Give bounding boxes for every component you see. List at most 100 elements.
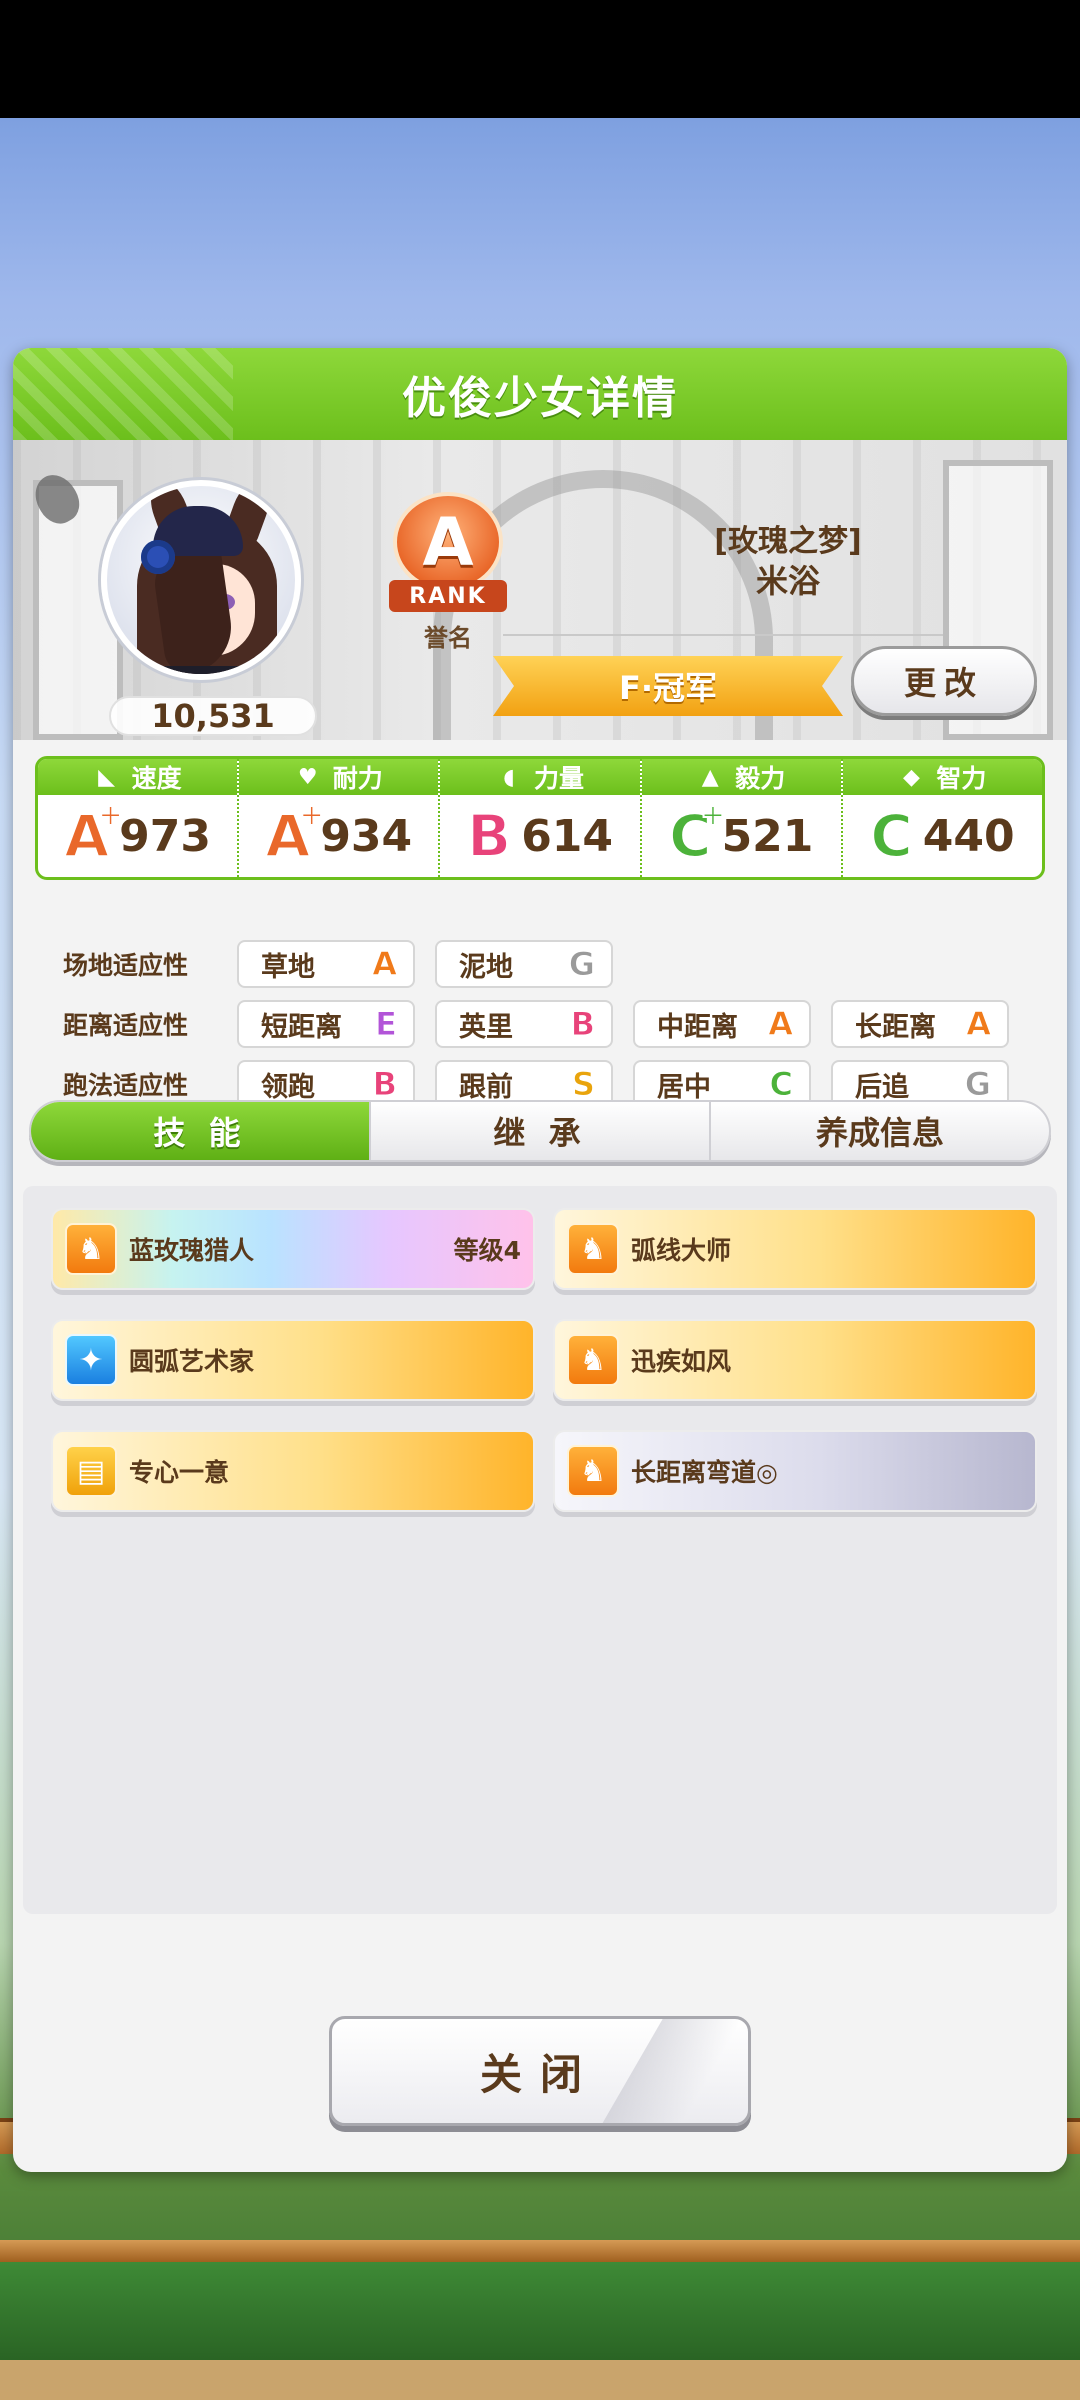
stat-body: B 614 — [440, 795, 639, 877]
stats-table: ◣ 速度 A +973 ♥ 耐力 A +934 ◖ 力量 B 614 ▲ 毅力 C +521 ◆ 智力 C 440 — [35, 756, 1045, 880]
skill-name: 长距离弯道◎ — [631, 1458, 778, 1487]
heart-icon: ♥ — [297, 764, 318, 790]
aptitude-grade: C — [769, 1065, 794, 1104]
skill-card[interactable]: ♞ 蓝玫瑰猎人 等级4 — [51, 1208, 535, 1290]
avatar-dress — [147, 666, 277, 674]
speed-shoe-icon: ◣ — [98, 764, 116, 790]
stat-grade: C — [869, 806, 914, 866]
aptitude-name: 跟前 — [459, 1071, 513, 1103]
stat-header: ◆ 智力 — [842, 759, 1042, 795]
character-detail-dialog: 优俊少女详情 10,531 A RANK 誉名 [玫瑰之梦] 米浴 F·冠军 更… — [13, 348, 1067, 2172]
stat-value: 614 — [521, 810, 614, 862]
avatar[interactable] — [101, 480, 301, 680]
stat-value: 440 — [922, 810, 1015, 862]
skill-name: 蓝玫瑰猎人 — [129, 1236, 255, 1265]
stat-value: 521 — [721, 810, 814, 862]
rank-ribbon: RANK — [389, 580, 507, 612]
stat-header: ▲ 毅力 — [641, 759, 841, 795]
stat-label: 毅力 — [735, 764, 786, 793]
aptitude-grade: G — [568, 945, 595, 984]
stat-value: 973 — [119, 810, 211, 862]
aptitude-name: 草地 — [261, 951, 315, 983]
stat-header: ◖ 力量 — [440, 759, 640, 795]
gate-icon: ▤ — [65, 1445, 117, 1497]
rank-badge: A — [393, 492, 503, 592]
stat-header: ♥ 耐力 — [239, 759, 439, 795]
stat-grade: B — [466, 806, 512, 866]
tab-inheritance[interactable]: 继 承 — [371, 1102, 711, 1160]
stat-grade: C + — [668, 800, 727, 867]
aptitude-label: 距离适应性 — [63, 1011, 189, 1040]
detail-tabs: 技 能继 承养成信息 — [29, 1100, 1051, 1162]
stat-body: A +934 — [239, 795, 438, 877]
stat-body: C 440 — [843, 795, 1042, 877]
speed-horse-icon: ♞ — [65, 1223, 117, 1275]
aptitude-grade: A — [372, 945, 398, 984]
stat-column: ◣ 速度 A +973 — [38, 759, 240, 877]
stat-grade-letter: C — [869, 802, 914, 870]
flame-icon: ▲ — [701, 764, 719, 790]
tab-training-info[interactable]: 养成信息 — [711, 1102, 1049, 1160]
aptitude-name: 泥地 — [459, 951, 513, 983]
speed-horse-icon: ♞ — [567, 1334, 619, 1386]
status-bar — [0, 0, 1080, 118]
aptitude-label: 场地适应性 — [63, 951, 189, 980]
speed-horse-icon: ♞ — [567, 1223, 619, 1275]
aptitude-name: 英里 — [459, 1011, 513, 1043]
fan-count: 10,531 — [109, 696, 317, 736]
skill-card[interactable]: ✦ 圆弧艺术家 — [51, 1319, 535, 1401]
sparkle-icon: ✦ — [65, 1334, 117, 1386]
skill-card[interactable]: ♞ 迅疾如风 — [553, 1319, 1037, 1401]
aptitude-chip: 长距离 A — [831, 1000, 1009, 1048]
stat-column: ▲ 毅力 C +521 — [641, 759, 843, 877]
speed-horse-icon: ♞ — [567, 1445, 619, 1497]
skill-card[interactable]: ♞ 长距离弯道◎ — [553, 1430, 1037, 1512]
stat-grade: A + — [264, 800, 325, 867]
character-name: 米浴 — [755, 562, 820, 600]
stat-grade: A + — [63, 800, 124, 867]
change-title-button[interactable]: 更改 — [851, 646, 1037, 716]
aptitude-grade: E — [375, 1005, 398, 1044]
title-ribbon: F·冠军 — [493, 656, 843, 716]
stat-label: 耐力 — [332, 764, 383, 793]
aptitude-grade: G — [964, 1065, 991, 1104]
close-button[interactable]: 关闭 — [329, 2016, 751, 2126]
track-grass — [0, 2262, 1080, 2360]
aptitude-grade: B — [570, 1005, 595, 1044]
aptitude-name: 中距离 — [657, 1011, 738, 1043]
skill-card[interactable]: ♞ 弧线大师 — [553, 1208, 1037, 1290]
track-rail-lower — [0, 2240, 1080, 2262]
skill-card[interactable]: ▤ 专心一意 — [51, 1430, 535, 1512]
stat-label: 力量 — [534, 764, 585, 793]
close-label: 关闭 — [479, 2049, 600, 2099]
muscle-icon: ◖ — [503, 764, 515, 790]
aptitude-grade: A — [966, 1005, 992, 1044]
stat-grade-plus: + — [97, 798, 124, 833]
stat-grade-letter: B — [466, 802, 512, 870]
stat-column: ◆ 智力 C 440 — [842, 759, 1042, 877]
skill-level: 等级4 — [453, 1236, 521, 1265]
skill-name: 迅疾如风 — [631, 1347, 732, 1376]
skill-name: 圆弧艺术家 — [129, 1347, 255, 1376]
aptitude-name: 后追 — [855, 1071, 909, 1103]
track-ground — [0, 2360, 1080, 2400]
aptitude-chip: 中距离 A — [633, 1000, 811, 1048]
stat-label: 智力 — [936, 764, 987, 793]
aptitude-chip: 英里 B — [435, 1000, 613, 1048]
aptitude-grade: A — [768, 1005, 794, 1044]
aptitude-name: 短距离 — [261, 1011, 342, 1043]
dialog-header: 优俊少女详情 — [13, 348, 1067, 440]
tab-skills[interactable]: 技 能 — [31, 1102, 371, 1160]
stat-label: 速度 — [131, 764, 182, 793]
character-hero: 10,531 A RANK 誉名 [玫瑰之梦] 米浴 F·冠军 更改 — [13, 440, 1067, 740]
stat-grade-plus: + — [699, 798, 726, 833]
distance-aptitude-row: 距离适应性 短距离 E 英里 B 中距离 A 长距离 A — [13, 998, 1067, 1050]
divider — [503, 634, 943, 636]
aptitude-grade: B — [372, 1065, 397, 1104]
aptitude-name: 领跑 — [261, 1071, 315, 1103]
skill-name: 专心一意 — [129, 1458, 230, 1487]
dialog-title: 优俊少女详情 — [402, 373, 678, 424]
aptitude-grade: S — [571, 1065, 595, 1104]
rank-label: 誉名 — [424, 624, 472, 652]
stat-value: 934 — [320, 810, 413, 862]
